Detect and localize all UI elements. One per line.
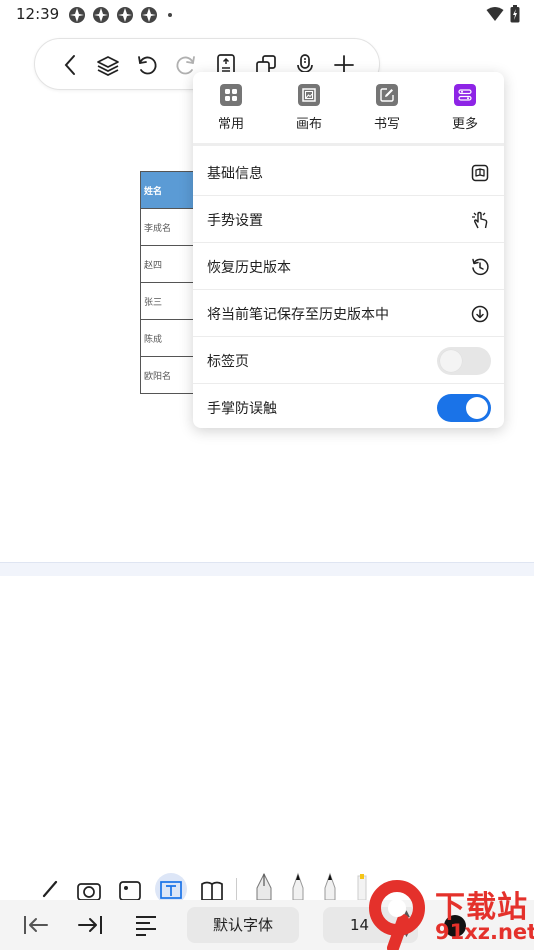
watermark-text-bottom: 91xz.net [435,920,534,944]
outdent-button[interactable] [22,912,50,938]
tab-writing[interactable]: 书写 [352,84,422,140]
layers-icon [97,56,119,76]
grid-icon [220,84,242,106]
table-row: 张三 [140,282,200,320]
table-row: 李成名 [140,208,200,246]
text-box-tool-icon[interactable] [154,872,188,900]
canvas-icon [298,84,320,106]
site-watermark: 下载站 91xz.net [363,880,534,950]
toggle-knob [440,350,462,372]
table-cell: 李成名 [140,208,200,246]
menu-item-palm-rejection: 手掌防误触 [193,384,504,428]
menu-item-label: 标签页 [207,354,249,370]
table-row: 欧阳名 [140,356,200,394]
more-notifications-dot [168,13,172,17]
menu-item-tabs: 标签页 [193,337,504,384]
back-button[interactable] [57,52,83,78]
menu-item-basic-info[interactable]: 基础信息 [193,149,504,196]
fountain-pen-icon[interactable] [252,872,276,900]
font-family-select[interactable]: 默认字体 [187,907,299,943]
table-row: 陈成 [140,319,200,357]
status-bar: 12:39 [0,0,534,30]
align-button[interactable] [132,912,160,938]
notification-app-icon [117,7,133,23]
tabs-toggle[interactable] [437,347,491,375]
table-cell: 张三 [140,282,200,320]
book-icon [471,164,489,182]
chevron-left-icon [64,55,75,75]
history-icon [472,258,489,276]
table-row: 姓名 [140,171,200,209]
system-icons [486,5,520,23]
tab-common[interactable]: 常用 [196,84,266,140]
outdent-icon [24,916,48,934]
table-cell: 姓名 [140,171,200,209]
menu-item-gesture-settings[interactable]: 手势设置 [193,196,504,243]
battery-charging-icon [510,5,520,23]
sliders-icon [454,84,476,106]
status-time: 12:39 [16,5,60,23]
page-divider [0,562,534,576]
table-cell: 赵四 [140,245,200,283]
wifi-icon [486,7,504,21]
notification-app-icon [69,7,85,23]
menu-item-label: 手势设置 [207,213,263,229]
notification-app-icon [93,7,109,23]
tab-label: 更多 [451,117,478,132]
watermark-logo [369,880,425,950]
align-left-icon [136,916,156,936]
undo-icon [138,56,157,75]
tab-label: 书写 [373,117,400,132]
download-circle-icon [471,305,489,323]
menu-item-label: 将当前笔记保存至历史版本中 [207,307,389,323]
marker-pen-icon[interactable] [320,872,340,900]
layers-button[interactable] [95,52,121,78]
toggle-knob [466,397,488,419]
indent-button[interactable] [76,912,104,938]
tab-canvas[interactable]: 画布 [274,84,344,140]
notification-app-icon [141,7,157,23]
menu-item-label: 恢复历史版本 [207,260,291,276]
table-cell: 陈成 [140,319,200,357]
document-table[interactable]: 姓名 李成名 赵四 张三 陈成 欧阳名 [140,171,200,394]
ballpoint-pen-icon[interactable] [288,872,308,900]
image-tool-icon[interactable] [118,876,142,900]
menu-item-label: 基础信息 [207,166,263,182]
hand-gesture-icon [472,211,488,229]
menu-item-restore-history[interactable]: 恢复历史版本 [193,243,504,290]
camera-tool-icon[interactable] [76,876,102,900]
table-cell: 欧阳名 [140,356,200,394]
more-menu: 常用 画布 书写 更多 基础信息 手势设置 恢复历史版本 将当前笔记保存至历史版… [193,72,504,428]
indent-icon [78,916,102,934]
book-tool-icon[interactable] [200,876,224,900]
table-row: 赵四 [140,245,200,283]
pencil-tool-icon[interactable] [40,876,60,900]
tab-label: 常用 [217,117,244,132]
tool-separator [236,878,237,900]
menu-tab-bar: 常用 画布 书写 更多 [193,72,504,146]
palm-rejection-toggle[interactable] [437,394,491,422]
notification-icons [68,6,172,24]
tab-label: 画布 [295,117,322,132]
pen-square-icon [376,84,398,106]
undo-button[interactable] [134,52,160,78]
tab-more[interactable]: 更多 [430,84,500,140]
menu-item-label: 手掌防误触 [207,401,277,417]
menu-item-save-to-history[interactable]: 将当前笔记保存至历史版本中 [193,290,504,337]
